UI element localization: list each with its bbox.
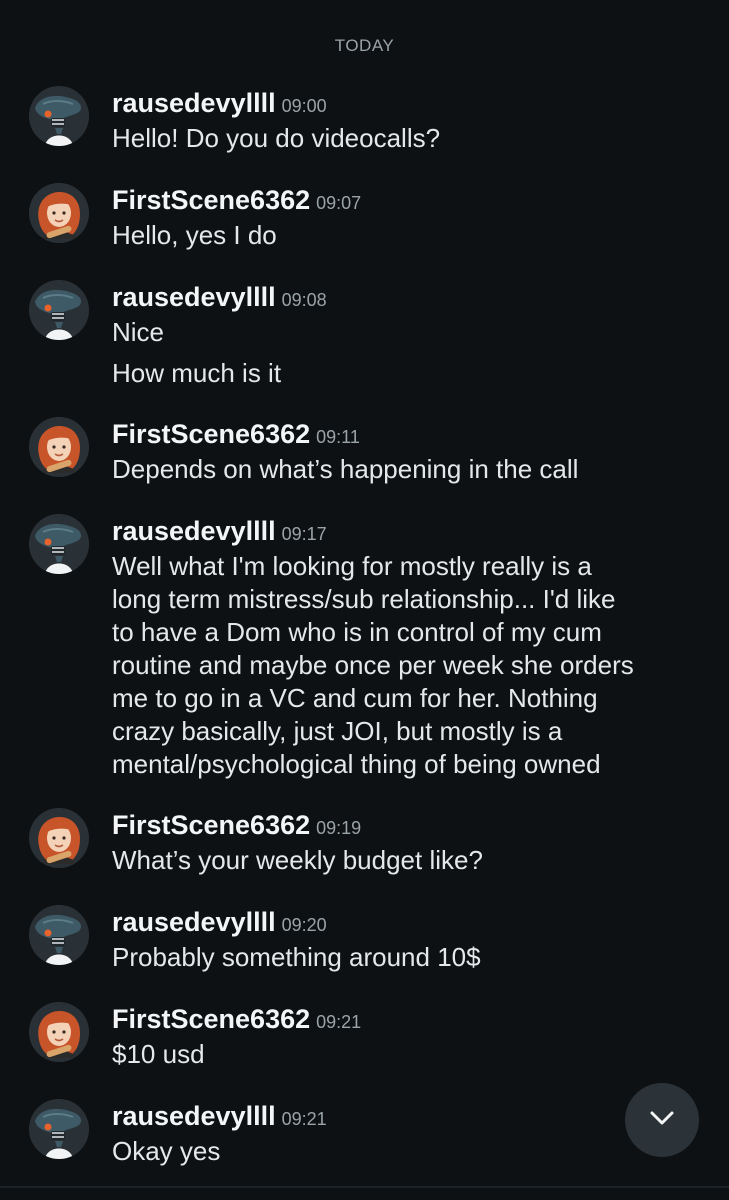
username[interactable]: rausedevyllll <box>112 907 276 937</box>
message-text: Hello! Do you do videocalls? <box>112 123 441 153</box>
message-body: Well what I'm looking for mostly really … <box>112 550 712 781</box>
message-text: me to go in a VC and cum for her. Nothin… <box>112 683 598 713</box>
avatar[interactable] <box>29 514 89 574</box>
message-text: routine and maybe once per week she orde… <box>112 650 634 680</box>
message-text: long term mistress/sub relationship... I… <box>112 584 616 614</box>
avatar[interactable] <box>29 280 89 340</box>
message-header: FirstScene6362 09:19 <box>112 810 361 844</box>
message-text: Well what I'm looking for mostly really … <box>112 551 592 581</box>
message-text: crazy basically, just JOI, but mostly is… <box>112 716 563 746</box>
avatar[interactable] <box>29 808 89 868</box>
timestamp: 09:17 <box>281 524 327 544</box>
message-header: FirstScene6362 09:07 <box>112 185 361 219</box>
timestamp: 09:21 <box>316 1012 362 1032</box>
message-text: What’s your weekly budget like? <box>112 845 483 875</box>
alien-avatar-icon <box>29 514 89 574</box>
username[interactable]: rausedevyllll <box>112 1101 276 1131</box>
message-header: rausedevyllll 09:08 <box>112 282 327 316</box>
timestamp: 09:20 <box>281 915 327 935</box>
message-header: FirstScene6362 09:11 <box>112 419 360 453</box>
message-text: Depends on what’s happening in the call <box>112 454 579 484</box>
username[interactable]: FirstScene6362 <box>112 1004 310 1034</box>
message-text: Probably something around 10$ <box>112 942 481 972</box>
message-body: Hello, yes I do <box>112 219 712 252</box>
message-header: FirstScene6362 09:21 <box>112 1004 361 1038</box>
avatar[interactable] <box>29 905 89 965</box>
redhead-avatar-icon <box>29 808 89 868</box>
message-header: rausedevyllll 09:21 <box>112 1101 327 1135</box>
avatar[interactable] <box>29 1099 89 1159</box>
message-text: How much is it <box>112 358 282 388</box>
username[interactable]: rausedevyllll <box>112 516 276 546</box>
message-body: $10 usd <box>112 1038 712 1071</box>
message-body: Probably something around 10$ <box>112 941 712 974</box>
message-text: mental/psychological thing of being owne… <box>112 749 601 779</box>
timestamp: 09:11 <box>316 427 360 447</box>
timestamp: 09:08 <box>281 290 327 310</box>
scroll-to-bottom-button[interactable] <box>625 1083 699 1157</box>
message-text: Hello, yes I do <box>112 220 277 250</box>
timestamp: 09:07 <box>316 193 362 213</box>
username[interactable]: rausedevyllll <box>112 88 276 118</box>
alien-avatar-icon <box>29 280 89 340</box>
timestamp: 09:21 <box>281 1109 327 1129</box>
message-body: Okay yes <box>112 1135 712 1168</box>
message-body: Hello! Do you do videocalls? <box>112 122 712 155</box>
username[interactable]: rausedevyllll <box>112 282 276 312</box>
chat-view: TODAY rausedevyllll 09:00 Hello! Do you do… <box>0 0 729 1200</box>
alien-avatar-icon <box>29 1099 89 1159</box>
redhead-avatar-icon <box>29 417 89 477</box>
timestamp: 09:19 <box>316 818 362 838</box>
redhead-avatar-icon <box>29 1002 89 1062</box>
message-text: Okay yes <box>112 1136 221 1166</box>
message-body: What’s your weekly budget like? <box>112 844 712 877</box>
avatar[interactable] <box>29 183 89 243</box>
redhead-avatar-icon <box>29 183 89 243</box>
avatar[interactable] <box>29 86 89 146</box>
chevron-down-icon <box>647 1103 677 1138</box>
username[interactable]: FirstScene6362 <box>112 419 310 449</box>
username[interactable]: FirstScene6362 <box>112 185 310 215</box>
alien-avatar-icon <box>29 905 89 965</box>
message-body: Depends on what’s happening in the call <box>112 453 712 486</box>
timestamp: 09:00 <box>281 96 327 116</box>
message-header: rausedevyllll 09:17 <box>112 516 327 550</box>
day-divider: TODAY <box>334 36 395 55</box>
avatar[interactable] <box>29 417 89 477</box>
message-text: $10 usd <box>112 1039 205 1069</box>
alien-avatar-icon <box>29 86 89 146</box>
username[interactable]: FirstScene6362 <box>112 810 310 840</box>
message-body: Nice How much is it <box>112 316 712 390</box>
bottom-divider <box>0 1186 729 1188</box>
message-header: rausedevyllll 09:20 <box>112 907 327 941</box>
message-text: to have a Dom who is in control of my cu… <box>112 617 602 647</box>
avatar[interactable] <box>29 1002 89 1062</box>
message-text: Nice <box>112 317 165 347</box>
message-header: rausedevyllll 09:00 <box>112 88 327 122</box>
